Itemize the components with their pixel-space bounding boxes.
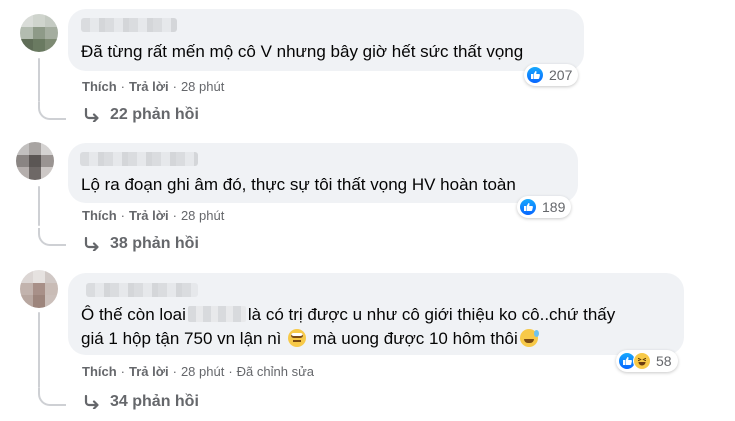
thread-connector [38, 388, 66, 406]
reaction-summary[interactable]: 207 [524, 64, 579, 86]
redacted-text [187, 306, 246, 322]
grinning-sweat-emoji-icon [519, 329, 539, 347]
comment-bubble: Ô thế còn loai là có trị được u như cô gi… [68, 273, 684, 355]
author-name[interactable] [80, 152, 198, 166]
like-button[interactable]: Thích [82, 79, 117, 94]
like-icon [526, 66, 544, 84]
timestamp[interactable]: 28 phút [181, 208, 224, 223]
view-replies-button[interactable]: 34 phản hồi [84, 393, 199, 411]
reaction-summary[interactable]: 189 [517, 196, 572, 218]
comment-text-line: Ô thế còn loai là có trị được u như cô gi… [81, 305, 616, 324]
like-icon [519, 198, 537, 216]
reply-button[interactable]: Trả lời [129, 208, 169, 223]
author-name[interactable] [86, 283, 198, 297]
reaction-count: 58 [656, 353, 672, 369]
reply-button[interactable]: Trả lời [129, 364, 169, 379]
reply-arrow-icon [84, 237, 99, 251]
view-replies-button[interactable]: 22 phản hồi [84, 106, 199, 124]
comment-actions: Thích · Trả lời · 28 phút · Đã chỉnh sửa [82, 364, 315, 379]
reaction-summary[interactable]: 58 [616, 350, 678, 372]
replies-label: 22 phản hồi [110, 106, 199, 123]
replies-label: 34 phản hồi [110, 393, 199, 410]
replies-label: 38 phản hồi [110, 235, 199, 252]
thread-connector [38, 102, 66, 120]
thread-line [38, 186, 40, 226]
view-replies-button[interactable]: 38 phản hồi [84, 235, 199, 253]
like-button[interactable]: Thích [82, 364, 117, 379]
author-name[interactable] [81, 18, 177, 32]
reply-arrow-icon [84, 395, 99, 409]
comment-bubble: Đã từng rất mến mộ cô V nhưng bây giờ hế… [68, 9, 584, 71]
comment-actions: Thích · Trả lời · 28 phút [82, 79, 225, 94]
reply-button[interactable]: Trả lời [129, 79, 169, 94]
comment-actions: Thích · Trả lời · 28 phút [82, 208, 225, 223]
comment-bubble: Lộ ra đoạn ghi âm đó, thực sự tôi thất v… [68, 143, 578, 203]
reaction-count: 189 [542, 199, 566, 215]
avatar[interactable] [16, 142, 54, 180]
avatar[interactable] [20, 14, 58, 52]
avatar[interactable] [20, 270, 58, 308]
comment-text: Đã từng rất mến mộ cô V nhưng bây giờ hế… [81, 42, 524, 61]
edited-label: Đã chỉnh sửa [236, 364, 315, 379]
thread-connector [38, 228, 66, 246]
thread-line [38, 312, 40, 388]
eye-roll-emoji-icon [288, 329, 307, 347]
timestamp[interactable]: 28 phút [181, 364, 224, 379]
comment-text: Lộ ra đoạn ghi âm đó, thực sự tôi thất v… [81, 175, 516, 194]
comment-text-line: giá 1 hộp tận 750 vn lận nì mà uong được… [81, 328, 540, 350]
like-button[interactable]: Thích [82, 208, 117, 223]
timestamp[interactable]: 28 phút [181, 79, 224, 94]
thread-line [38, 58, 40, 102]
reaction-count: 207 [549, 67, 573, 83]
reply-arrow-icon [84, 108, 99, 122]
haha-icon [633, 352, 651, 370]
